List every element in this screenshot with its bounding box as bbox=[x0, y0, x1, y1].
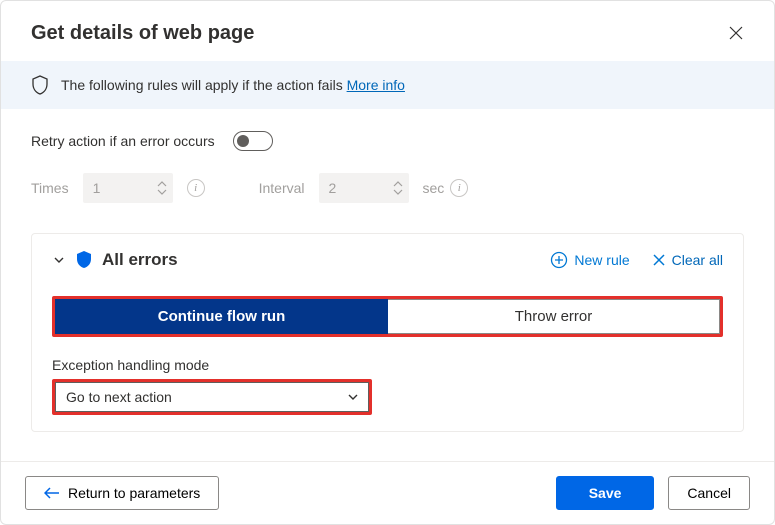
interval-unit: sec bbox=[423, 180, 445, 196]
dialog-title: Get details of web page bbox=[31, 22, 254, 45]
close-button[interactable] bbox=[722, 19, 750, 47]
segment-continue[interactable]: Continue flow run bbox=[55, 299, 388, 334]
interval-stepper[interactable] bbox=[389, 181, 407, 195]
mode-combobox[interactable]: Go to next action bbox=[55, 382, 369, 412]
interval-label: Interval bbox=[259, 180, 305, 196]
x-icon bbox=[652, 253, 666, 267]
return-to-parameters-button[interactable]: Return to parameters bbox=[25, 476, 219, 510]
times-field[interactable]: 1 bbox=[83, 173, 173, 203]
clear-all-label: Clear all bbox=[672, 252, 723, 268]
more-info-link[interactable]: More info bbox=[347, 77, 405, 93]
info-icon[interactable]: i bbox=[450, 179, 468, 197]
times-label: Times bbox=[31, 180, 69, 196]
notice-text: The following rules will apply if the ac… bbox=[61, 77, 343, 93]
retry-toggle[interactable] bbox=[233, 131, 273, 151]
info-icon[interactable]: i bbox=[187, 179, 205, 197]
cancel-button[interactable]: Cancel bbox=[668, 476, 750, 510]
chevron-up-icon bbox=[393, 181, 403, 188]
errors-heading: All errors bbox=[102, 250, 178, 270]
arrow-left-icon bbox=[44, 487, 60, 499]
interval-value: 2 bbox=[329, 180, 389, 196]
retry-label: Retry action if an error occurs bbox=[31, 133, 215, 149]
shield-icon bbox=[31, 75, 49, 95]
save-button[interactable]: Save bbox=[556, 476, 655, 510]
times-stepper[interactable] bbox=[153, 181, 171, 195]
plus-circle-icon bbox=[550, 251, 568, 269]
interval-field[interactable]: 2 bbox=[319, 173, 409, 203]
clear-all-button[interactable]: Clear all bbox=[652, 252, 723, 268]
chevron-down-icon bbox=[346, 390, 360, 404]
toggle-knob-icon bbox=[237, 135, 249, 147]
segment-throw[interactable]: Throw error bbox=[388, 299, 720, 334]
mode-value: Go to next action bbox=[66, 389, 172, 405]
close-icon bbox=[728, 25, 744, 41]
chevron-down-icon[interactable] bbox=[52, 253, 66, 267]
times-value: 1 bbox=[93, 180, 153, 196]
new-rule-button[interactable]: New rule bbox=[550, 251, 629, 269]
return-label: Return to parameters bbox=[68, 485, 200, 501]
errors-card: All errors New rule Clear all Continue f… bbox=[31, 233, 744, 432]
notice-banner: The following rules will apply if the ac… bbox=[1, 61, 774, 109]
chevron-up-icon bbox=[157, 181, 167, 188]
segment-group: Continue flow run Throw error bbox=[52, 296, 723, 337]
mode-label: Exception handling mode bbox=[52, 357, 723, 373]
new-rule-label: New rule bbox=[574, 252, 629, 268]
shield-solid-icon bbox=[76, 251, 92, 269]
chevron-down-icon bbox=[393, 188, 403, 195]
chevron-down-icon bbox=[157, 188, 167, 195]
